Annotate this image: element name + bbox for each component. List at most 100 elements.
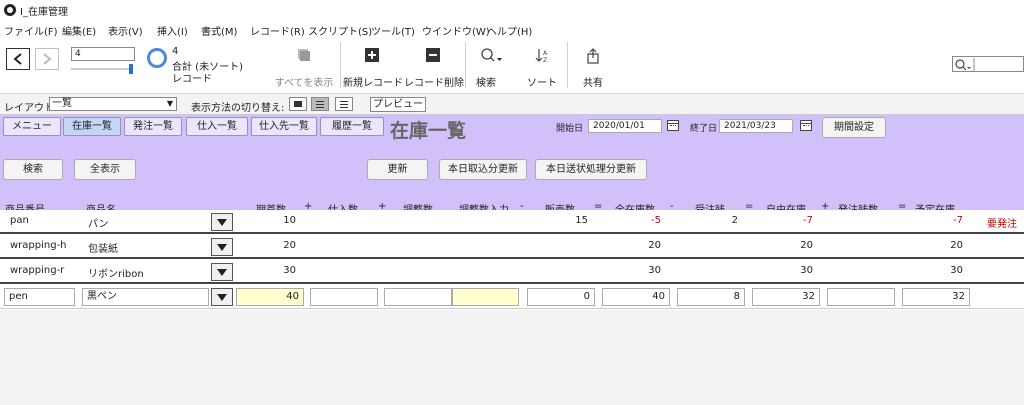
update-button[interactable]: 更新 <box>367 159 428 180</box>
menu-file[interactable]: ファイル(F) <box>4 23 58 38</box>
show-all-button[interactable]: すべてを表示 <box>272 44 336 90</box>
reorder-flag: 要発注 <box>987 219 1017 230</box>
tab-orders[interactable]: 発注一覧 <box>124 117 182 136</box>
adjust-input-field[interactable] <box>452 288 519 306</box>
menu-help[interactable]: ヘルプ(H) <box>487 23 532 38</box>
cell-sales[interactable]: 15 <box>528 215 588 226</box>
dropdown-arrow-icon[interactable] <box>211 238 233 256</box>
adjust-field[interactable] <box>384 288 452 306</box>
menu-scripts[interactable]: スクリプト(S) <box>308 23 372 38</box>
period-setting-button[interactable]: 期間設定 <box>822 117 886 138</box>
tab-suppliers[interactable]: 仕入先一覧 <box>251 117 317 136</box>
menu-insert[interactable]: 挿入(I) <box>157 23 188 38</box>
record-slider-thumb[interactable] <box>129 64 133 74</box>
svg-text:A: A <box>543 50 548 57</box>
status-toolbar: 4 4 合計 (未ソート) レコード すべてを表示 新規レコード レコード削除 … <box>0 38 1024 94</box>
code-field[interactable]: pen <box>4 288 75 306</box>
delete-record-button[interactable]: レコード削除 <box>404 44 464 90</box>
search-mode-button[interactable]: 検索 <box>472 44 512 90</box>
view-switch-label: 表示方法の切り替え: <box>191 103 285 114</box>
sales-field[interactable]: 0 <box>527 288 595 306</box>
dropdown-arrow-icon[interactable] <box>211 288 233 306</box>
prev-record-button[interactable] <box>6 48 30 70</box>
table-view-icon <box>340 101 348 102</box>
show-all-icon <box>298 49 310 61</box>
cell-code[interactable]: wrapping-r <box>10 265 64 276</box>
name-field[interactable]: 黒ペン <box>82 288 209 306</box>
table-row[interactable]: wrapping-r リボンribon 30 30 30 30 <box>0 260 1024 284</box>
app-icon <box>4 4 16 16</box>
dropdown-arrow-icon[interactable] <box>211 213 233 231</box>
list-view-button[interactable] <box>311 97 329 111</box>
table-row[interactable]: wrapping-h 包装紙 20 20 20 20 <box>0 235 1024 259</box>
end-date-field[interactable]: 2021/03/23 <box>719 119 793 133</box>
table-row[interactable]: pan パン 10 15 -5 2 -7 -7 要発注 <box>0 210 1024 234</box>
new-record-button[interactable]: 新規レコード <box>343 44 403 90</box>
tab-inventory[interactable]: 在庫一覧 <box>63 117 121 136</box>
today-import-update-button[interactable]: 本日取込分更新 <box>439 159 527 180</box>
opening-field[interactable]: 40 <box>236 288 304 306</box>
sort-button[interactable]: AZ ソート <box>524 44 560 90</box>
tab-history[interactable]: 履歴一覧 <box>320 117 384 136</box>
search-icon <box>955 58 975 72</box>
menu-edit[interactable]: 編集(E) <box>62 23 96 38</box>
record-slider[interactable] <box>71 68 133 70</box>
menu-window[interactable]: ウインドウ(W) <box>422 23 490 38</box>
cell-planned-stock: 20 <box>950 240 963 251</box>
layout-header: メニュー 在庫一覧 発注一覧 仕入一覧 仕入先一覧 履歴一覧 在庫一覧 開始日 … <box>0 115 1024 216</box>
planned-stock-field[interactable]: 32 <box>902 288 970 306</box>
calendar-icon[interactable] <box>800 120 812 131</box>
list-view-icon <box>316 101 324 102</box>
layout-select-value: 一覧 <box>52 98 72 109</box>
cell-opening[interactable]: 30 <box>240 265 296 276</box>
menu-format[interactable]: 書式(M) <box>201 23 237 38</box>
free-stock-field[interactable]: 32 <box>752 288 820 306</box>
share-icon <box>587 48 599 64</box>
record-count: 4 <box>172 46 179 57</box>
menu-records[interactable]: レコード(R) <box>250 23 305 38</box>
tab-purchases[interactable]: 仕入一覧 <box>186 117 248 136</box>
po-remaining-field[interactable] <box>827 288 895 306</box>
svg-text:Z: Z <box>543 57 547 64</box>
table-view-button[interactable] <box>335 97 353 111</box>
sort-icon: AZ <box>535 49 548 64</box>
tab-menu[interactable]: メニュー <box>3 117 61 136</box>
cell-name[interactable]: リボンribon <box>88 265 144 280</box>
today-shipping-update-button[interactable]: 本日送状処理分更新 <box>535 159 647 180</box>
layout-bar: レイアウト: 一覧 ▼ 表示方法の切り替え: プレビュー <box>0 94 1024 115</box>
cell-code[interactable]: pan <box>10 215 29 226</box>
plus-icon <box>365 48 379 62</box>
cell-opening[interactable]: 10 <box>240 215 296 226</box>
dropdown-arrow-icon[interactable] <box>211 263 233 281</box>
cell-name[interactable]: 包装紙 <box>88 240 118 255</box>
cell-name[interactable]: パン <box>88 215 109 230</box>
orders-field[interactable]: 8 <box>677 288 745 306</box>
record-number-input[interactable]: 4 <box>71 47 135 61</box>
page-title: 在庫一覧 <box>390 120 467 142</box>
search-icon <box>481 48 502 62</box>
search-button[interactable]: 検索 <box>3 159 63 180</box>
cell-total-stock: 30 <box>648 265 661 276</box>
show-all-records-button[interactable]: 全表示 <box>74 159 136 180</box>
records-pie-icon <box>147 48 167 68</box>
quick-find-input[interactable] <box>952 56 1024 72</box>
form-view-button[interactable] <box>289 97 307 111</box>
table-row-active[interactable]: pen 黒ペン 40 0 40 8 32 32 <box>0 285 1024 309</box>
next-record-button[interactable] <box>35 48 59 70</box>
calendar-icon[interactable] <box>667 120 679 131</box>
share-button[interactable]: 共有 <box>576 44 610 90</box>
preview-button[interactable]: プレビュー <box>370 97 426 112</box>
menu-view[interactable]: 表示(V) <box>108 23 143 38</box>
cell-code[interactable]: wrapping-h <box>10 240 67 251</box>
cell-planned-stock: -7 <box>953 215 963 226</box>
cell-opening[interactable]: 20 <box>240 240 296 251</box>
layout-select[interactable]: 一覧 ▼ <box>49 97 177 111</box>
cell-total-stock: 20 <box>648 240 661 251</box>
menu-tools[interactable]: ツール(T) <box>371 23 415 38</box>
total-stock-field[interactable]: 40 <box>602 288 670 306</box>
cell-total-stock: -5 <box>651 215 661 226</box>
start-date-field[interactable]: 2020/01/01 <box>588 119 662 133</box>
start-date-label: 開始日 <box>556 124 584 134</box>
purchase-field[interactable] <box>310 288 378 306</box>
dropdown-arrow-icon: ▼ <box>166 99 173 108</box>
